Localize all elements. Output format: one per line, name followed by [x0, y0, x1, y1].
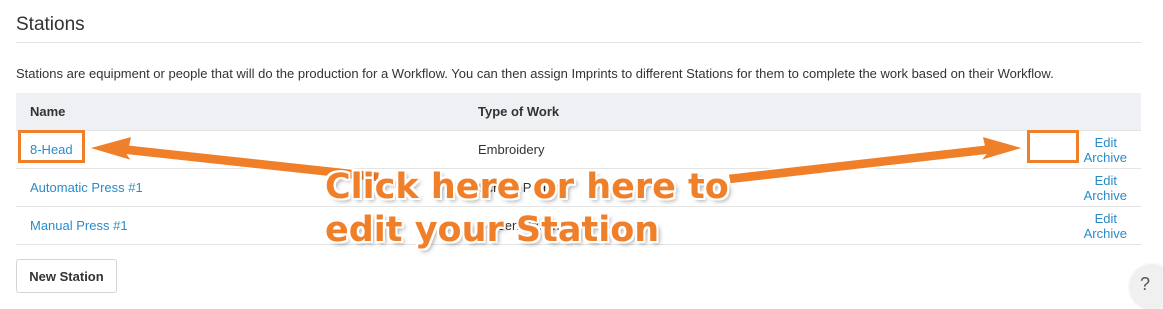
- annotation-line-1: Click here or here to: [325, 167, 729, 207]
- help-glyph: ?: [1140, 274, 1151, 294]
- annotation-arrows: [85, 134, 1027, 185]
- annotation-callout: Click here or here to edit your Station: [325, 166, 729, 252]
- arrow-to-edit: [727, 134, 1027, 185]
- annotation-line-2: edit your Station: [325, 210, 660, 250]
